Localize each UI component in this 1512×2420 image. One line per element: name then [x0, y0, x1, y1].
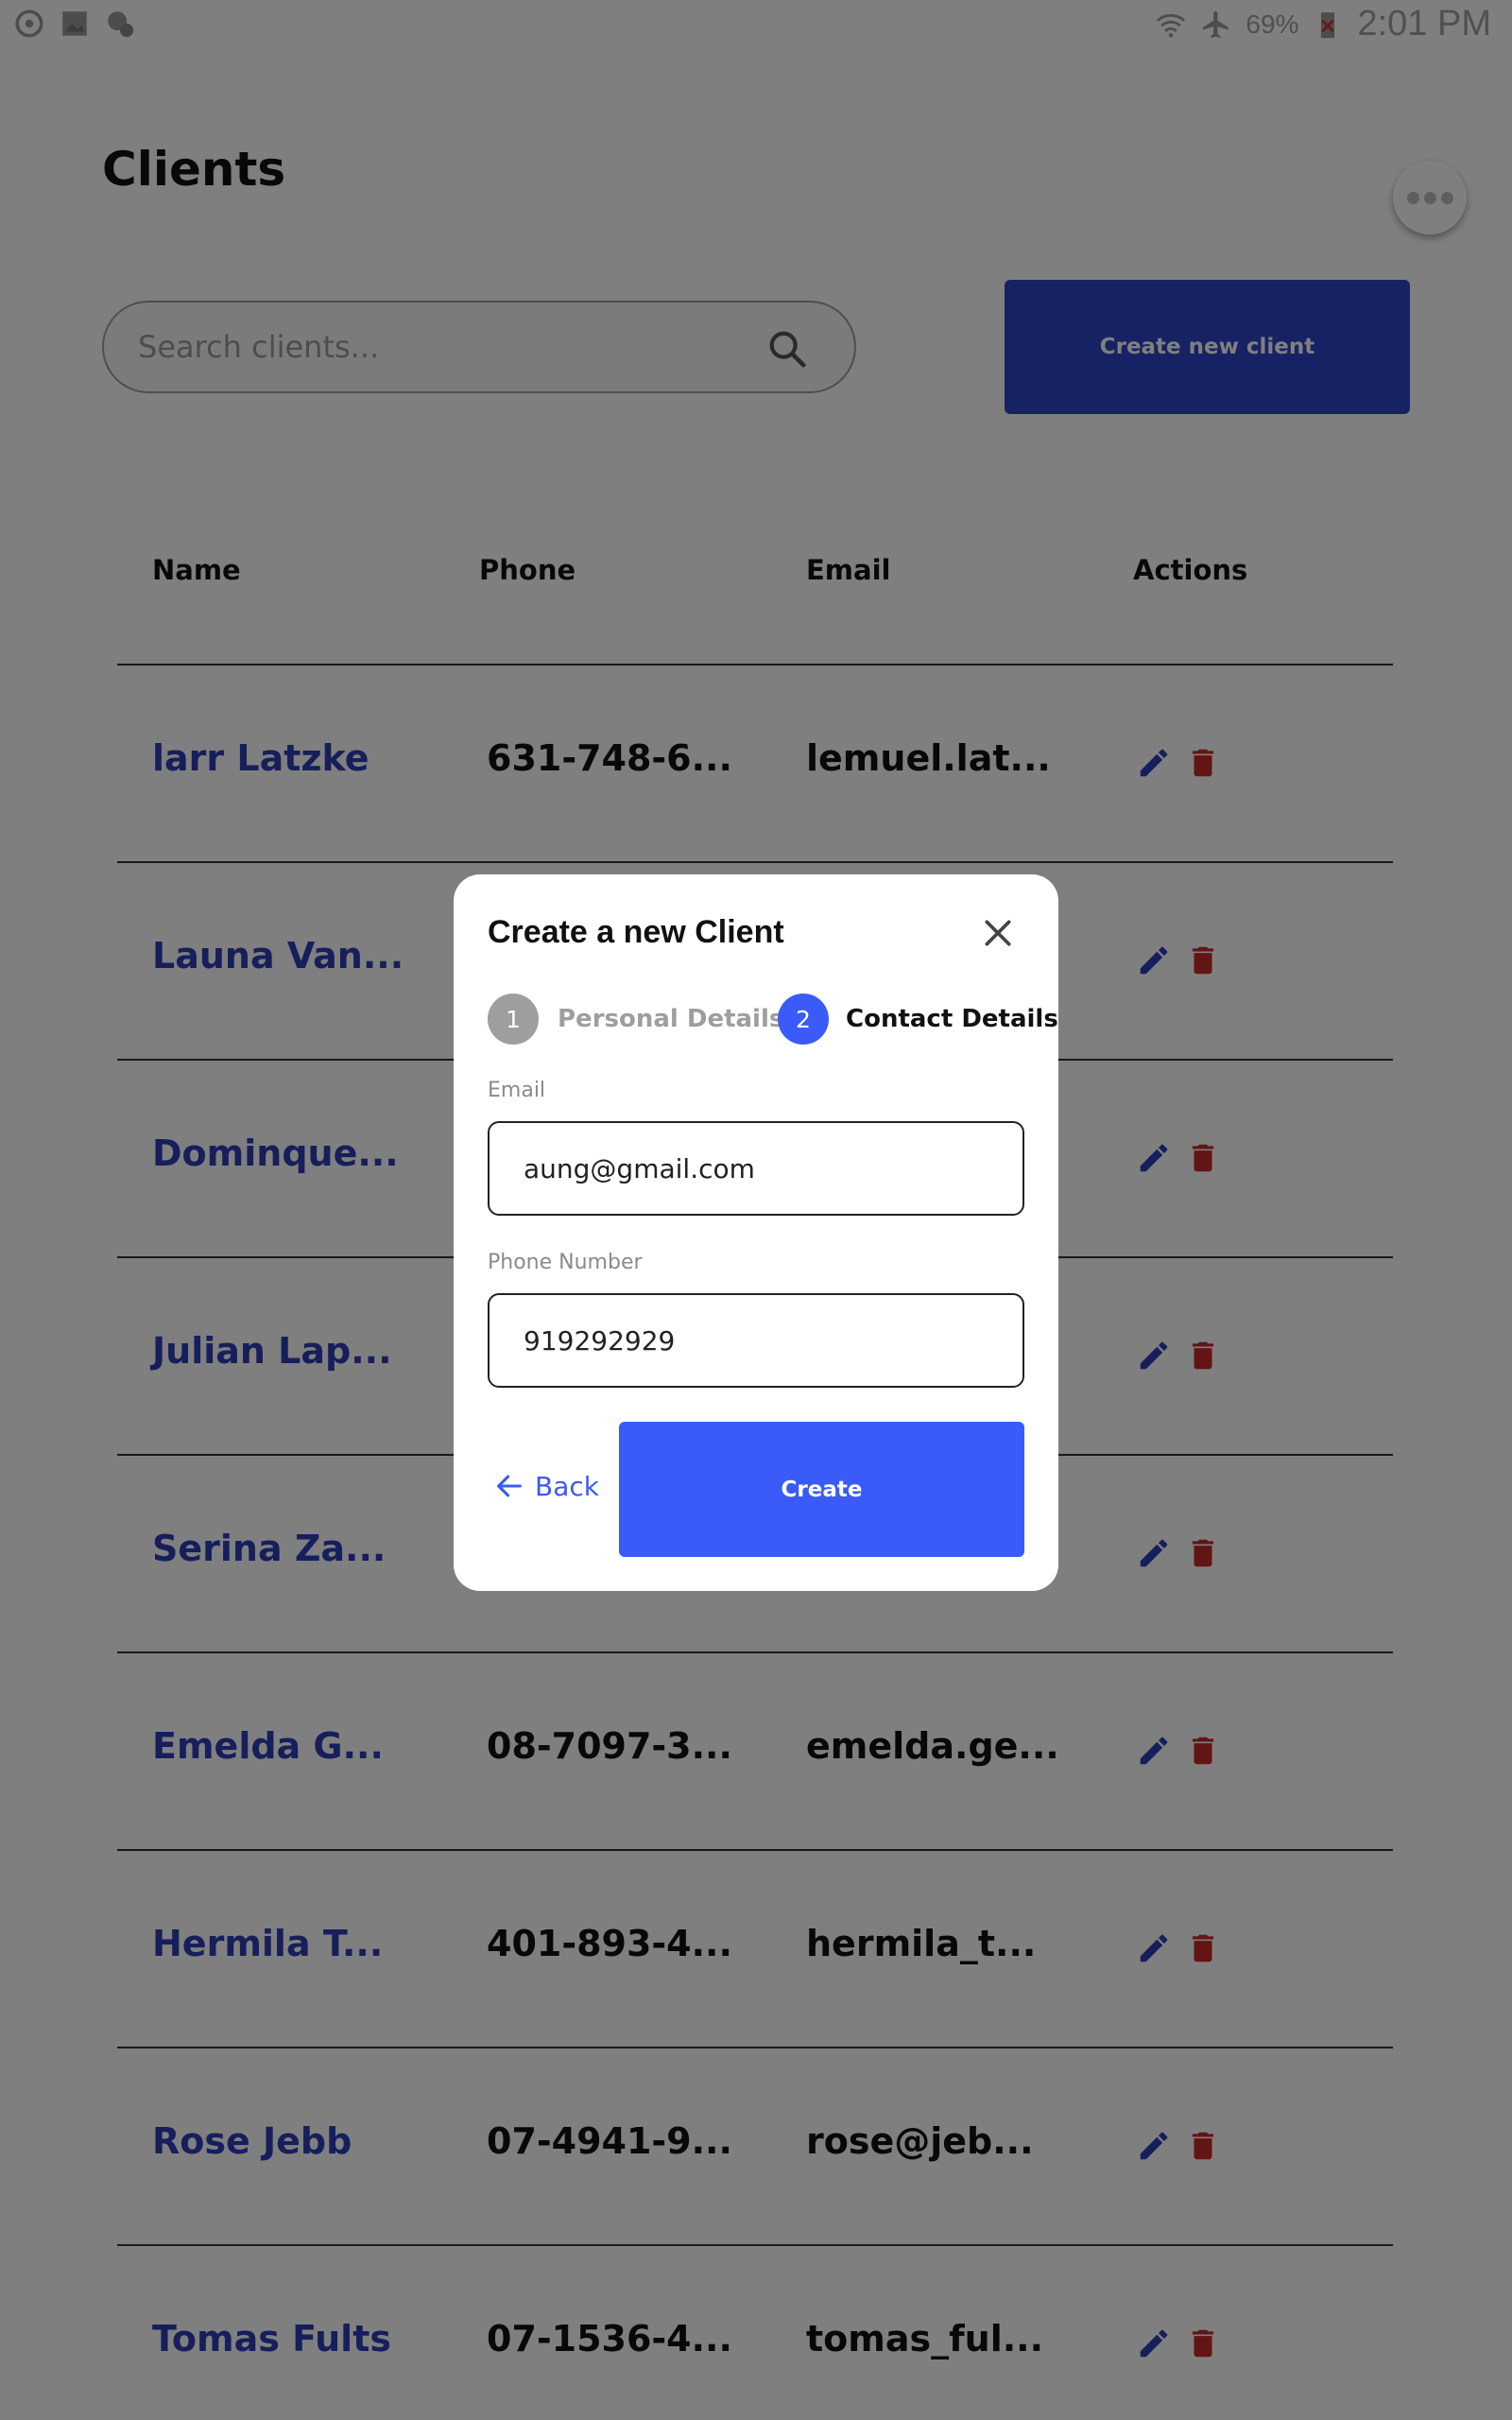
dialog-title: Create a new Client [488, 914, 784, 950]
create-client-dialog: Create a new Client 1 Personal Details 2… [454, 874, 1058, 1591]
arrow-left-icon [497, 1475, 522, 1497]
close-icon[interactable] [979, 914, 1017, 952]
step-number: 2 [778, 994, 829, 1045]
step-contact-details[interactable]: 2 Contact Details [778, 994, 1058, 1045]
back-button[interactable]: Back [493, 1470, 599, 1502]
step-label: Contact Details [846, 1005, 1058, 1033]
step-label: Personal Details [558, 1005, 784, 1033]
create-button[interactable]: Create [619, 1422, 1024, 1557]
back-label: Back [535, 1470, 599, 1502]
phone-field[interactable]: 919292929 [488, 1293, 1024, 1388]
email-label: Email [488, 1079, 546, 1102]
email-field[interactable]: aung@gmail.com [488, 1121, 1024, 1216]
step-personal-details[interactable]: 1 Personal Details [488, 994, 783, 1045]
phone-label: Phone Number [488, 1251, 643, 1274]
step-number: 1 [488, 994, 539, 1045]
